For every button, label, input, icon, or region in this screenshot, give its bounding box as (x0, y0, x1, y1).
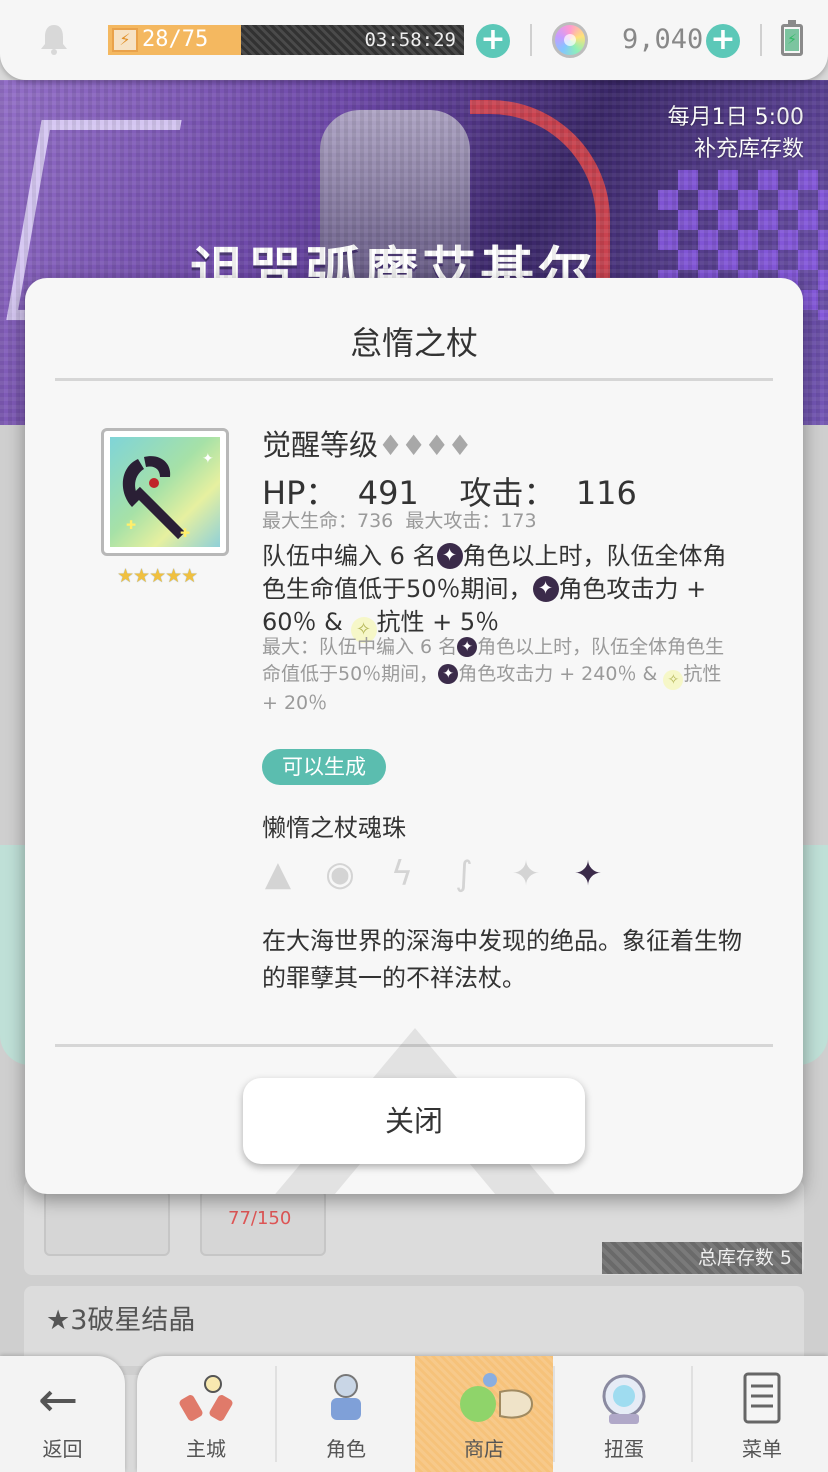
craftable-badge: 可以生成 (262, 749, 386, 785)
divider (55, 378, 773, 381)
nav-label: 主城 (186, 1437, 226, 1461)
skill-text: 队伍中编入 6 名 (262, 542, 437, 570)
awaken-level: 觉醒等级♦♦♦♦ (262, 422, 472, 464)
bell-icon[interactable] (38, 22, 70, 56)
nav-item-town[interactable]: 主城 (137, 1356, 275, 1472)
add-gem-button[interactable]: + (706, 24, 740, 58)
nav-item-gacha[interactable]: 扭蛋 (555, 1356, 693, 1472)
stamina-timer: 03:58:29 (364, 29, 456, 51)
awaken-label: 觉醒等级 (262, 428, 379, 462)
stamina-bar: ⚡ 28/75 03:58:29 (108, 25, 464, 55)
thunder-element-icon: ϟ (390, 854, 414, 894)
bolt-icon: ⚡ (112, 28, 138, 52)
top-status-bar: ⚡ 28/75 03:58:29 + 9,040 + ⚡ (0, 0, 828, 80)
skill-max-text: 角色攻击力 + 240％ & (458, 663, 664, 685)
dark-element-icon (457, 637, 478, 657)
item-max-stats: 最大生命：736 最大攻击：173 (262, 510, 537, 532)
item-flavor-text: 在大海世界的深海中发现的绝品。象征着生物的罪孽其一的不祥法杖。 (262, 927, 742, 992)
nav-item-shop[interactable]: 商店 (415, 1356, 553, 1472)
restock-time: 每月1日 5:00 (667, 105, 804, 130)
awaken-diamonds: ♦♦♦♦ (378, 429, 472, 462)
svg-text:✚: ✚ (126, 518, 136, 532)
nav-tabs: 主城 角色 商店 扭蛋 菜单 (137, 1356, 828, 1472)
staff-icon: ✦ ✚ ✚ (110, 437, 220, 547)
back-arrow-icon: ← (38, 1372, 79, 1428)
dark-element-icon: ✦ (573, 854, 603, 894)
water-element-icon: ◉ (325, 854, 355, 894)
nav-item-menu[interactable]: 菜单 (693, 1356, 828, 1472)
divider (530, 24, 532, 56)
nav-back-button[interactable]: ← 返回 (0, 1356, 125, 1472)
stamina-value: 28/75 (142, 27, 209, 52)
gem-count: 9,040 (622, 24, 704, 55)
bottom-nav: ← 返回 主城 角色 商店 扭蛋 菜单 (0, 1356, 828, 1472)
nav-label: 扭蛋 (604, 1437, 644, 1461)
add-stamina-button[interactable]: + (476, 24, 510, 58)
light-element-icon: ✦ (511, 854, 541, 894)
rainbow-gem-icon (552, 22, 588, 58)
town-icon (179, 1375, 233, 1421)
fire-element-icon: ▲ (264, 854, 292, 894)
dark-element-icon (438, 664, 459, 684)
divider (760, 24, 762, 56)
wind-element-icon: ∫ (455, 854, 473, 894)
nav-label: 角色 (326, 1437, 366, 1461)
restock-label: 补充库存数 (693, 137, 804, 162)
skill-text: 抗性 + 5％ (376, 608, 500, 636)
soul-orb-name: 懒惰之杖魂珠 (262, 814, 406, 842)
skill-max-text: 最大：队伍中编入 6 名 (262, 636, 458, 658)
background-section-title: ★3破星结晶 (46, 1305, 196, 1336)
nav-label: 商店 (464, 1437, 504, 1461)
character-icon (331, 1374, 361, 1420)
background-item-slot (44, 1190, 170, 1256)
skill-description: 队伍中编入 6 名角色以上时，队伍全体角色生命值低于50％期间，角色攻击力 + … (262, 540, 732, 643)
skill-max-description: 最大：队伍中编入 6 名角色以上时，队伍全体角色生命值低于50％期间，角色攻击力… (262, 634, 732, 717)
dark-element-icon (532, 576, 559, 602)
nav-label: 返回 (42, 1437, 83, 1461)
shop-icon (460, 1373, 534, 1422)
dialog-title: 怠惰之杖 (349, 324, 478, 362)
svg-text:✦: ✦ (202, 451, 214, 467)
background-item-count: 77/150 (228, 1208, 292, 1229)
svg-text:✚: ✚ (180, 526, 190, 540)
light-element-icon: ✧ (663, 670, 684, 690)
nav-item-character[interactable]: 角色 (277, 1356, 415, 1472)
item-icon-frame: ✦ ✚ ✚ (101, 428, 229, 556)
close-button[interactable]: 关闭 (243, 1078, 585, 1164)
nav-label: 菜单 (742, 1437, 782, 1461)
item-detail-dialog: 怠惰之杖 ✦ ✚ ✚ ★★★★★ 觉醒等级♦♦♦♦ HP： 491 攻击： 11… (25, 278, 803, 1194)
banner-restock-note: 每月1日 5:00 补充库存数 (668, 102, 804, 166)
background-stock-label: 总库存数 5 (602, 1242, 802, 1274)
menu-icon (743, 1372, 781, 1424)
dark-element-icon (436, 543, 463, 569)
battery-icon: ⚡ (781, 20, 803, 56)
gacha-icon (602, 1374, 646, 1424)
rarity-stars: ★★★★★ (117, 565, 198, 587)
